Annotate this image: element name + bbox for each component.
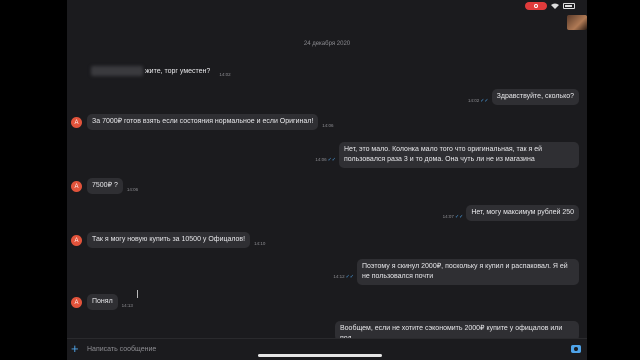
contact-avatar[interactable]: A <box>71 235 82 246</box>
camera-icon[interactable] <box>571 345 581 353</box>
message-time: 14:10 <box>254 241 266 246</box>
message-time: 14:06 <box>322 123 334 128</box>
date-separator: 24 декабря 2020 <box>303 41 351 47</box>
battery-icon <box>563 3 575 9</box>
message-time: 14:02 <box>467 98 480 103</box>
status-bar <box>67 0 587 12</box>
message-bubble: Нет, могу максимум рублей 250 <box>466 205 579 221</box>
message-input[interactable]: Написать сообщение <box>87 346 156 353</box>
message-incoming[interactable]: A За 7000₽ готов взять если состояния но… <box>71 114 334 134</box>
message-time: 14:13 <box>121 303 133 308</box>
message-bubble: 7500₽ ? <box>87 178 123 194</box>
read-ticks-icon: ✓✓ <box>480 98 489 104</box>
screen-recording-icon[interactable] <box>525 2 547 10</box>
message-bubble: Нет, это мало. Колонка мало того что ори… <box>339 142 579 168</box>
message-meta: 14:02✓✓ <box>468 89 489 107</box>
contact-avatar[interactable]: A <box>71 181 82 192</box>
message-time: 14:12 <box>333 274 345 279</box>
plus-icon[interactable]: + <box>71 342 79 355</box>
message-incoming[interactable]: A Так я могу новую купить за 10500 у Офи… <box>71 232 265 252</box>
read-ticks-icon: ✓✓ <box>327 157 336 163</box>
message-bubble: Здравствуйте, сколько? <box>491 89 579 105</box>
video-pip-thumbnail[interactable] <box>567 15 587 30</box>
message-time: 14:06 <box>126 187 139 192</box>
blurred-name <box>91 66 143 76</box>
message-bubble: За 7000₽ готов взять если состояния норм… <box>87 114 319 130</box>
message-outgoing[interactable]: 14:06✓✓ Нет, это мало. Колонка мало того… <box>315 142 579 168</box>
message-bubble: Так я могу новую купить за 10500 у Офица… <box>87 232 251 248</box>
chat-app: 24 декабря 2020 жите, торг уместен? 14:0… <box>67 0 587 360</box>
message-meta: 14:06✓✓ <box>315 148 336 166</box>
wifi-icon <box>551 3 559 9</box>
message-meta: 14:12✓✓ <box>333 265 354 283</box>
message-bubble: Понял <box>87 294 118 310</box>
text-cursor <box>137 290 138 298</box>
message-outgoing[interactable]: 14:07✓✓ Нет, могу максимум рублей 250 <box>443 205 579 225</box>
message-time: 14:02 <box>219 72 231 77</box>
message-bubble: Поэтому я скинул 2000₽, поскольку я купи… <box>357 259 579 285</box>
message-meta: 14:06 <box>127 178 138 196</box>
message-meta: 14:10 <box>254 232 265 250</box>
message-incoming[interactable]: A Понял 14:13 <box>71 294 133 314</box>
read-ticks-icon: ✓✓ <box>345 274 354 280</box>
message-meta: 14:06 <box>322 114 333 132</box>
message-meta: 14:02 <box>219 63 230 81</box>
home-indicator[interactable] <box>258 354 382 357</box>
message-outgoing[interactable]: 14:12✓✓ Поэтому я скинул 2000₽, поскольк… <box>333 259 579 285</box>
read-ticks-icon: ✓✓ <box>454 214 464 220</box>
contact-avatar[interactable]: A <box>71 117 82 128</box>
message-meta: 14:07✓✓ <box>443 205 464 223</box>
message-text: жите, торг уместен? <box>145 67 211 75</box>
message-meta: 14:13 <box>122 294 133 312</box>
screen: 24 декабря 2020 жите, торг уместен? 14:0… <box>0 0 640 360</box>
message-time: 14:06 <box>315 157 327 162</box>
message-incoming[interactable]: A 7500₽ ? 14:06 <box>71 178 138 198</box>
message-incoming[interactable]: жите, торг уместен? 14:02 <box>91 63 231 83</box>
contact-avatar[interactable]: A <box>71 297 82 308</box>
message-time: 14:07 <box>442 214 454 219</box>
message-bubble: жите, торг уместен? <box>91 63 215 80</box>
message-outgoing[interactable]: 14:02✓✓ Здравствуйте, сколько? <box>468 89 579 109</box>
status-icons <box>525 2 575 10</box>
